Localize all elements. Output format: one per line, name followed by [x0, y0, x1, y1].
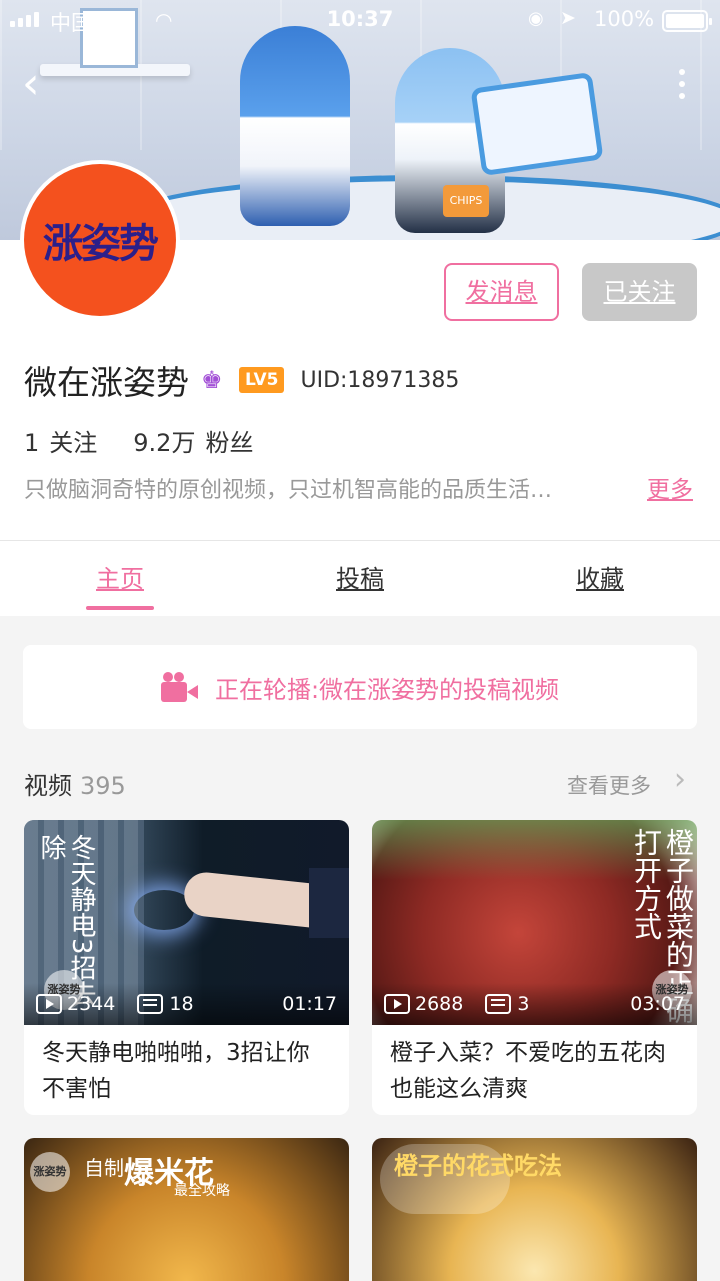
follow-stats: 1 关注 9.2万 粉丝 [24, 423, 263, 458]
video-duration: 01:17 [282, 993, 337, 1015]
video-meta-bar: 2688 3 03:07 [372, 983, 697, 1025]
play-count-icon [384, 994, 410, 1014]
video-thumbnail[interactable]: 冬天静电3招去除 涨姿势 2344 18 01:17 [24, 820, 349, 1025]
video-thumbnail[interactable]: 橙子做菜的正确打开方式 涨姿势 2688 3 03:07 [372, 820, 697, 1025]
play-count-icon [36, 994, 62, 1014]
fans-label[interactable]: 粉丝 [205, 429, 253, 457]
video-title[interactable]: 橙子入菜？不爱吃的五花肉也能这么清爽 [372, 1025, 697, 1115]
comment-count: 3 [517, 993, 530, 1015]
rotation-lock-icon: ◉ [528, 8, 544, 29]
video-title[interactable]: 冬天静电啪啪啪，3招让你不害怕 [24, 1025, 349, 1115]
play-count: 2344 [67, 993, 116, 1015]
video-meta-bar: 2344 18 01:17 [24, 983, 349, 1025]
comment-count-icon [137, 994, 164, 1014]
thumbnail-overlay-label: 自制 [84, 1156, 124, 1180]
play-count: 2688 [415, 993, 464, 1015]
video-card[interactable]: 橙子做菜的正确打开方式 涨姿势 2688 3 03:07 橙子入菜？不爱吃的五花… [372, 820, 697, 1115]
avatar-logo: 涨姿势 [24, 164, 176, 316]
video-thumbnail[interactable]: 橙子的花式吃法 [372, 1138, 697, 1281]
following-label[interactable]: 关注 [49, 429, 97, 457]
thumbnail-overlay-text: 橙子的花式吃法 [394, 1152, 562, 1180]
following-count[interactable]: 1 [24, 429, 39, 457]
fans-count[interactable]: 9.2万 [133, 429, 195, 457]
video-camera-icon [160, 672, 199, 702]
tab-favorites[interactable]: 收藏 [480, 541, 720, 616]
tab-home[interactable]: 主页 [0, 541, 240, 616]
user-uid: UID:18971385 [300, 367, 460, 393]
now-playing-banner[interactable]: 正在轮播:微在涨姿势的投稿视频 [23, 645, 697, 729]
video-duration: 03:07 [630, 993, 685, 1015]
level-badge: LV5 [239, 367, 285, 393]
location-icon: ➤ [560, 7, 576, 29]
video-card[interactable]: 橙子的花式吃法 [372, 1138, 697, 1281]
more-options-icon[interactable] [668, 64, 696, 104]
videos-count: 395 [80, 772, 126, 800]
now-playing-text: 正在轮播:微在涨姿势的投稿视频 [214, 675, 560, 704]
chevron-right-icon[interactable]: › [674, 764, 694, 796]
verified-badge-icon: ♚ [201, 366, 223, 394]
video-thumbnail[interactable]: 涨姿势 自制 爆米花 最全攻略 [24, 1138, 349, 1281]
see-more-link[interactable]: 查看更多 [567, 770, 651, 800]
user-name: 微在涨姿势 [24, 363, 189, 402]
video-card[interactable]: 涨姿势 自制 爆米花 最全攻略 [24, 1138, 349, 1281]
bio-more-link[interactable]: 更多 [647, 470, 693, 504]
videos-title: 视频 [24, 772, 72, 800]
watermark-logo: 涨姿势 [30, 1152, 70, 1192]
videos-section-title: 视频 395 [24, 766, 126, 801]
tab-submissions[interactable]: 投稿 [240, 541, 480, 616]
back-icon[interactable]: ‹ [22, 62, 58, 106]
banner-monitor [470, 71, 604, 177]
send-message-button[interactable]: 发消息 [444, 263, 559, 321]
avatar[interactable]: 涨姿势 [20, 160, 180, 320]
thumbnail-overlay-sub: 最全攻略 [174, 1183, 230, 1199]
battery-icon [662, 10, 712, 32]
banner-chips-box: CHIPS [443, 185, 489, 217]
following-button[interactable]: 已关注 [582, 263, 697, 321]
banner-character-left [240, 26, 350, 226]
video-card[interactable]: 冬天静电3招去除 涨姿势 2344 18 01:17 冬天静电啪啪啪，3招让你不… [24, 820, 349, 1115]
user-bio: 只做脑洞奇特的原创视频，只过机智高能的品质生活… [24, 478, 553, 503]
status-bar: 中国移动 ◠ 10:37 ◉ ➤ 100% [0, 0, 720, 40]
comment-count-icon [485, 994, 512, 1014]
battery-percent: 100% [594, 7, 655, 31]
comment-count: 18 [169, 993, 194, 1015]
profile-tabs: 主页 投稿 收藏 [0, 540, 720, 616]
name-row: 微在涨姿势 ♚ LV5 UID:18971385 [24, 355, 459, 405]
